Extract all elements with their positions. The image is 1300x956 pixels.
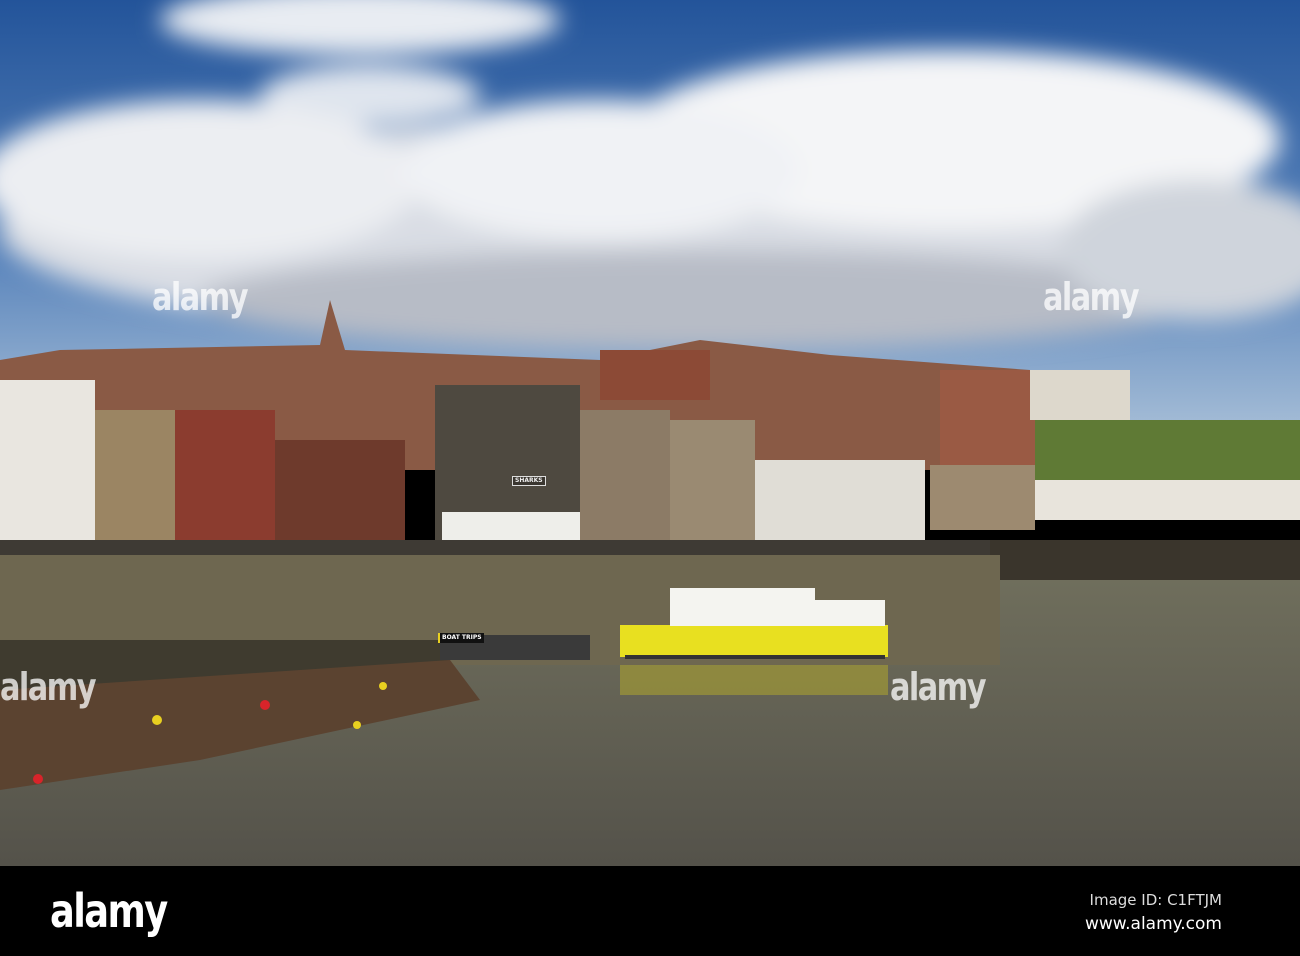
- alamy-logo: alamy: [50, 884, 168, 938]
- site-url: www.alamy.com: [1084, 914, 1222, 934]
- building-sign: SHARKS: [512, 476, 546, 486]
- watermark: alamy: [890, 665, 987, 709]
- footer-bar: alamy Image ID: C1FTJM www.alamy.com: [0, 866, 1300, 956]
- boat-trips-sign: BOAT TRIPS: [438, 633, 484, 643]
- jetty: [990, 540, 1300, 585]
- watermark: alamy: [152, 275, 249, 319]
- image-id: Image ID: C1FTJM: [1089, 891, 1222, 909]
- harbour-photo: [0, 0, 1300, 866]
- watermark: alamy: [0, 665, 97, 709]
- watermark: alamy: [1043, 275, 1140, 319]
